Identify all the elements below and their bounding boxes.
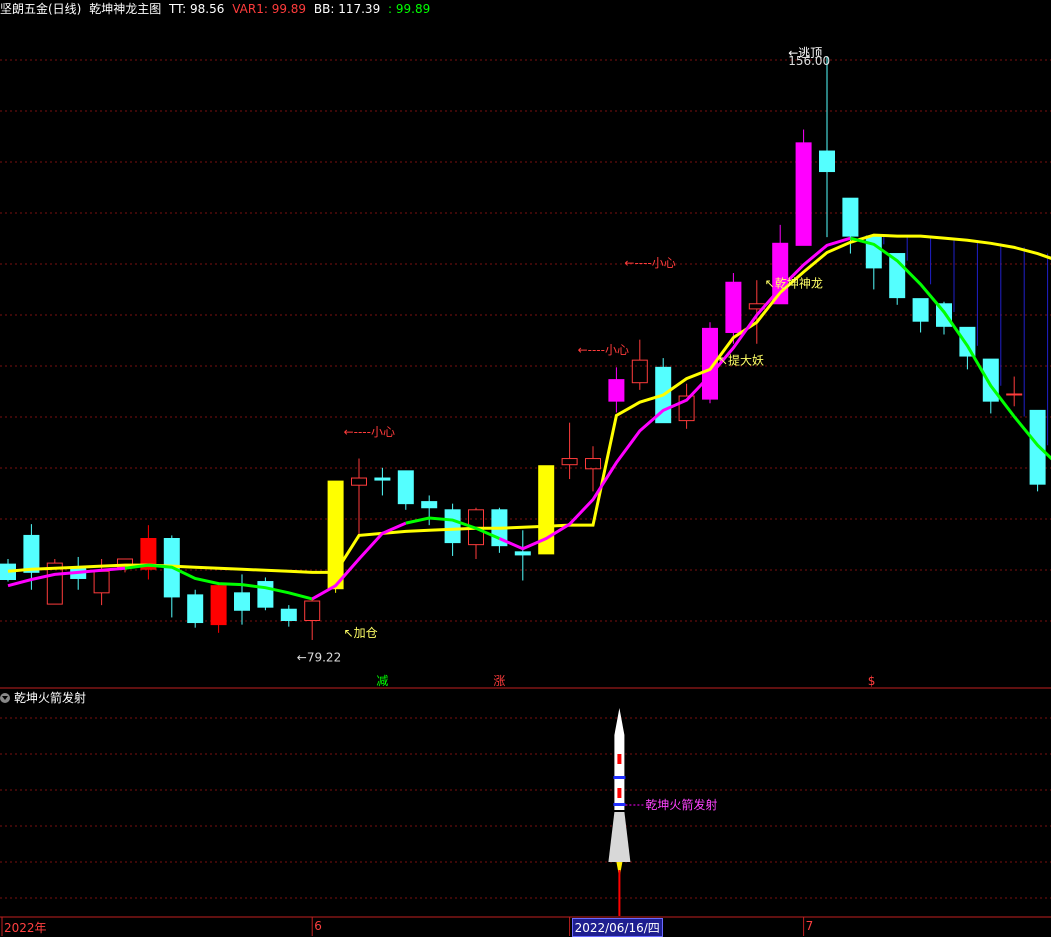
candle-body: [234, 592, 250, 611]
candle-body: [374, 477, 391, 481]
sub-panel-title[interactable]: 乾坤火箭发射: [14, 691, 86, 705]
chart-annotation: ←----小心: [344, 425, 395, 439]
chart-annotation: ←----小心: [578, 343, 629, 357]
candle-body: [865, 235, 882, 269]
rocket-band: [613, 776, 626, 779]
rocket-stripe: [617, 754, 622, 764]
x-axis-label: 6: [314, 919, 322, 933]
candle-body: [397, 470, 414, 505]
candle-body: [912, 298, 929, 322]
candle-body: [304, 600, 321, 622]
candle-body: [444, 509, 461, 544]
signal-mark: $: [868, 674, 876, 688]
candle-body: [561, 458, 578, 466]
candle-body: [93, 570, 110, 594]
sub-panel-header: 乾坤火箭发射: [0, 689, 86, 705]
chart-annotation: ↖提大妖: [718, 352, 764, 367]
candle-body: [585, 458, 601, 470]
rocket-exhaust: [618, 870, 621, 916]
candle-body: [725, 281, 742, 333]
rocket-booster: [608, 812, 631, 862]
candle-body: [819, 150, 835, 173]
rocket-stripe: [617, 788, 622, 798]
chart-annotation: ↖加仓: [344, 626, 378, 640]
candle-body: [280, 608, 297, 621]
candle-body: [795, 142, 812, 246]
signal-mark: 减: [376, 674, 388, 688]
chart-annotation: ←79.22: [297, 651, 341, 665]
chart-annotation: 156.00: [788, 54, 830, 68]
signal-mark: 涨: [493, 673, 505, 688]
candle-body: [257, 581, 274, 608]
candle-body: [842, 197, 859, 237]
candle-body: [351, 477, 367, 486]
candle-body: [210, 585, 227, 626]
chart-annotation: ←----小心: [624, 256, 675, 270]
candle-body: [421, 501, 438, 509]
chart-annotation: ↖乾坤神龙: [765, 275, 823, 290]
collapse-icon[interactable]: [0, 693, 10, 703]
rocket-label: 乾坤火箭发射: [645, 797, 717, 812]
candle-body: [631, 359, 648, 384]
candle-body: [1006, 393, 1023, 396]
candlestick-chart[interactable]: ↖加仓←79.22←----小心←----小心←----小心↖提大妖↖乾坤神龙←…: [0, 0, 1051, 936]
cursor-date-label: 2022/06/16/四: [571, 918, 663, 937]
candle-body: [23, 534, 40, 573]
x-axis-label: 2022年: [4, 921, 47, 935]
candle-body: [608, 379, 625, 402]
x-axis-label: 7: [805, 919, 814, 933]
candle-body: [514, 551, 531, 556]
rocket-band: [613, 803, 626, 806]
candle-body: [187, 594, 204, 624]
candle-body: [959, 326, 976, 357]
